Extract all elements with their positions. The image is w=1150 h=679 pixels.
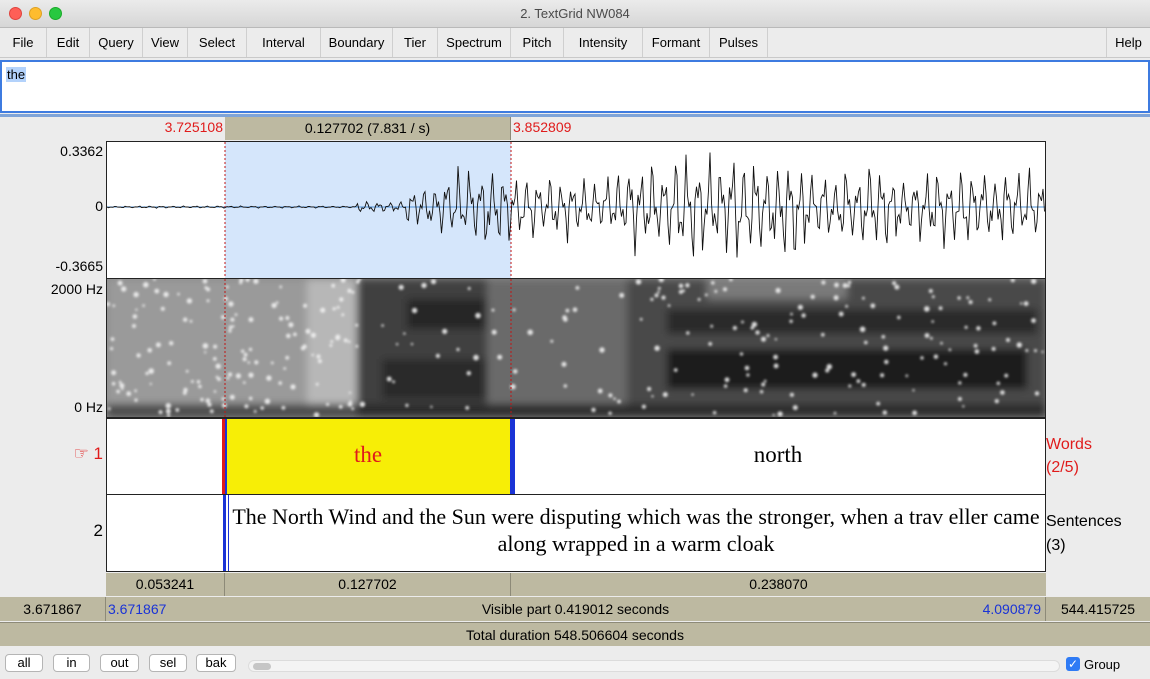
selection-end-time[interactable]: 3.852809: [513, 119, 633, 135]
visible-part-bar[interactable]: 3.671867 Visible part 0.419012 seconds 4…: [106, 597, 1046, 621]
menu-interval[interactable]: Interval: [247, 28, 321, 57]
interval-text-field[interactable]: the: [0, 60, 1150, 113]
tier2-boundary-line: [228, 495, 229, 571]
zoom-out-button[interactable]: out: [100, 654, 139, 672]
tier1-interval-the[interactable]: the: [225, 419, 511, 494]
visible-left-total[interactable]: 3.671867: [0, 597, 106, 621]
menu-intensity[interactable]: Intensity: [564, 28, 643, 57]
editor-separator: [0, 114, 1150, 117]
tier-words[interactable]: the north: [106, 418, 1046, 495]
menu-bar: File Edit Query View Select Interval Bou…: [0, 28, 1150, 58]
visible-part-label: Visible part 0.419012 seconds: [481, 601, 670, 617]
total-duration-bar[interactable]: Total duration 548.506604 seconds: [0, 622, 1150, 646]
menu-query[interactable]: Query: [90, 28, 143, 57]
zoom-back-button[interactable]: bak: [196, 654, 236, 672]
duration-interval-2[interactable]: 0.127702: [225, 573, 511, 596]
menu-spectrum[interactable]: Spectrum: [438, 28, 511, 57]
group-label[interactable]: Group: [1084, 657, 1120, 672]
tier1-interval-the-label: the: [353, 442, 383, 467]
spectrogram-fmin-label: 0 Hz: [74, 399, 103, 415]
zoom-in-button[interactable]: in: [53, 654, 90, 672]
menu-formant[interactable]: Formant: [643, 28, 710, 57]
spectrogram-panel[interactable]: [106, 279, 1046, 418]
tier1-boundary-right[interactable]: [510, 419, 515, 494]
menu-help[interactable]: Help: [1106, 28, 1150, 57]
duration-interval-3[interactable]: 0.238070: [511, 573, 1046, 596]
menu-tier[interactable]: Tier: [393, 28, 438, 57]
tier1-number[interactable]: ☞ 1: [60, 444, 103, 464]
waveform-selection: [225, 142, 511, 278]
spectrogram-fmax-label: 2000 Hz: [50, 281, 103, 297]
selection-duration[interactable]: 0.127702 (7.831 / s): [225, 117, 511, 140]
menu-edit[interactable]: Edit: [47, 28, 90, 57]
waveform-panel[interactable]: [106, 141, 1046, 279]
tier2-number[interactable]: 2: [60, 521, 103, 541]
menu-pulses[interactable]: Pulses: [710, 28, 768, 57]
tier1-name: Words (2/5): [1046, 433, 1092, 479]
menu-file[interactable]: File: [0, 28, 47, 57]
tier2-interval-sentence[interactable]: The North Wind and the Sun were disputin…: [227, 503, 1045, 557]
tier2-name-label: Sentences: [1046, 513, 1122, 530]
tier1-count-label: (2/5): [1046, 459, 1079, 476]
tier1-interval-north[interactable]: north: [511, 419, 1045, 494]
zoom-all-button[interactable]: all: [5, 654, 43, 672]
scrollbar-thumb[interactable]: [253, 663, 271, 670]
window-title: 2. TextGrid NW084: [520, 6, 630, 21]
textgrid-editor-window: 2. TextGrid NW084 File Edit Query View S…: [0, 0, 1150, 679]
tier2-count-label: (3): [1046, 537, 1066, 554]
interval-text-value[interactable]: the: [6, 67, 27, 82]
visible-end-time: 4.090879: [982, 601, 1041, 617]
group-checkbox[interactable]: ✓: [1066, 657, 1080, 671]
menu-pitch[interactable]: Pitch: [511, 28, 564, 57]
zoom-selection-button[interactable]: sel: [149, 654, 187, 672]
waveform-ymin-label: -0.3665: [55, 258, 103, 274]
menu-select[interactable]: Select: [188, 28, 247, 57]
tier1-name-label: Words: [1046, 436, 1092, 453]
waveform-zero-label: 0: [95, 198, 103, 214]
horizontal-scrollbar[interactable]: [248, 660, 1060, 672]
duration-interval-1[interactable]: 0.053241: [106, 573, 225, 596]
tier1-boundary-left[interactable]: [225, 419, 227, 494]
title-bar: 2. TextGrid NW084: [0, 0, 1150, 28]
selection-start-time[interactable]: 3.725108: [106, 119, 223, 135]
visible-right-total[interactable]: 544.415725: [1046, 597, 1150, 621]
menu-boundary[interactable]: Boundary: [321, 28, 393, 57]
tier2-name: Sentences (3): [1046, 510, 1122, 558]
tier-sentences[interactable]: The North Wind and the Sun were disputin…: [106, 495, 1046, 572]
menu-view[interactable]: View: [143, 28, 188, 57]
waveform-ymax-label: 0.3362: [60, 143, 103, 159]
visible-start-time: 3.671867: [108, 601, 167, 617]
